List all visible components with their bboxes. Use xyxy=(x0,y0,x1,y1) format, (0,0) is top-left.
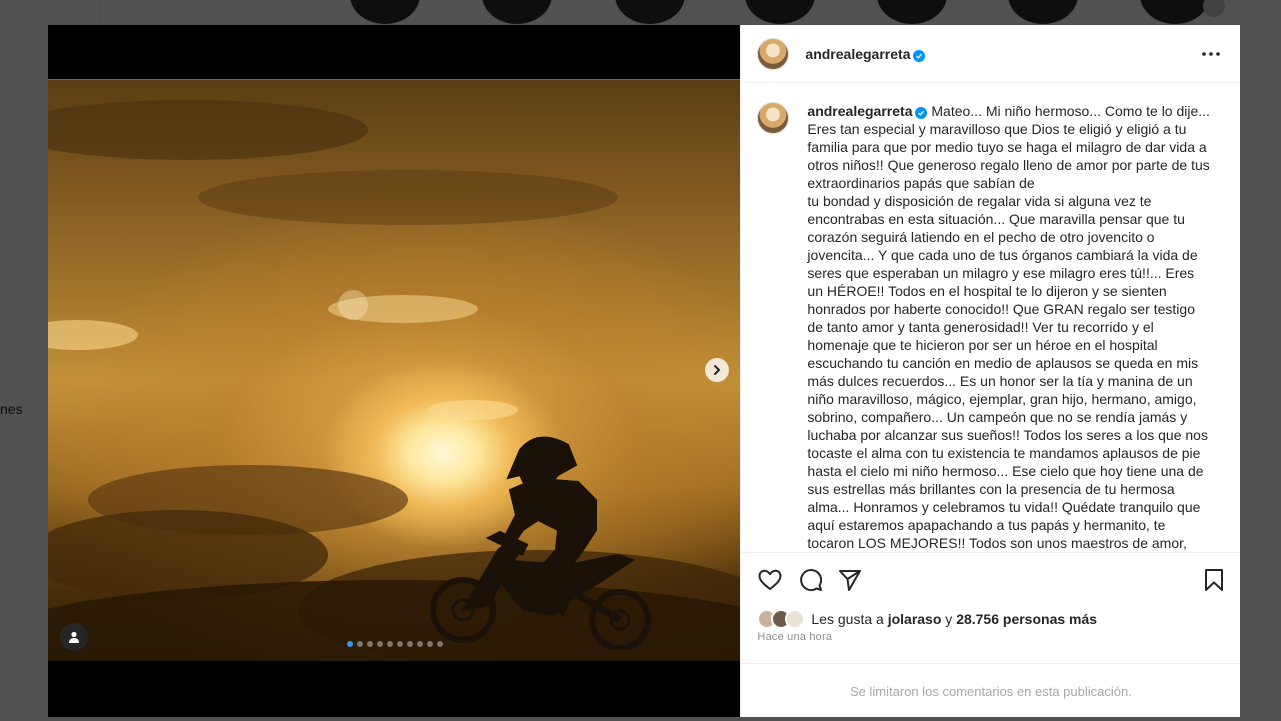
cloud xyxy=(48,320,138,350)
cloud xyxy=(48,100,368,160)
verified-badge-icon xyxy=(913,50,926,62)
likes-prefix: Les gusta a xyxy=(811,611,884,627)
carousel-dot xyxy=(377,641,383,647)
carousel-next-button[interactable] xyxy=(705,358,729,382)
post-header: andrealegarreta xyxy=(741,25,1241,83)
cloud xyxy=(198,170,618,225)
caption-text: Mateo... Mi niño hermoso... Como te lo d… xyxy=(807,103,1210,551)
caption: andrealegarreta Mateo... Mi niño hermoso… xyxy=(807,102,1212,551)
action-bar xyxy=(741,552,1241,603)
liker-avatar[interactable] xyxy=(785,609,806,629)
carousel-dot xyxy=(347,641,353,647)
likes-user-link[interactable]: jolaraso xyxy=(888,611,942,627)
carousel-dot xyxy=(387,641,393,647)
send-icon[interactable] xyxy=(837,567,863,593)
cloud xyxy=(428,400,518,420)
lens-flare xyxy=(338,290,368,320)
chevron-right-icon xyxy=(714,365,720,375)
more-options-icon xyxy=(1202,52,1221,56)
more-options-button[interactable] xyxy=(1200,43,1222,65)
post-details-panel: andrealegarreta andrealegarreta Mateo...… xyxy=(740,25,1241,718)
carousel-dot xyxy=(357,641,363,647)
comment-icon[interactable] xyxy=(798,567,824,593)
user-tag-icon xyxy=(69,631,79,643)
likes-text: Les gusta a jolaraso y 28.756 personas m… xyxy=(811,611,1097,627)
post-media xyxy=(48,25,741,717)
likes-summary: Les gusta a jolaraso y 28.756 personas m… xyxy=(757,608,1097,630)
post-timestamp[interactable]: Hace una hora xyxy=(757,631,832,643)
bookmark-icon[interactable] xyxy=(1201,567,1227,593)
likes-count-link[interactable]: 28.756 personas más xyxy=(956,611,1097,627)
caption-area: andrealegarreta Mateo... Mi niño hermoso… xyxy=(757,95,1217,551)
caption-avatar[interactable] xyxy=(757,102,790,134)
username-link[interactable]: andrealegarreta xyxy=(805,46,910,62)
tagged-users-button[interactable] xyxy=(60,623,88,651)
carousel-dot xyxy=(417,641,423,647)
carousel-dot xyxy=(397,641,403,647)
post-modal: andrealegarreta andrealegarreta Mateo...… xyxy=(48,25,1241,718)
carousel-dot xyxy=(367,641,373,647)
heart-icon[interactable] xyxy=(757,567,783,593)
avatar[interactable] xyxy=(757,38,790,70)
carousel-dot xyxy=(407,641,413,647)
caption-username[interactable]: andrealegarreta xyxy=(807,103,912,119)
motocross-rider-silhouette xyxy=(430,436,651,650)
carousel-dot xyxy=(437,641,443,647)
carousel-indicators xyxy=(347,641,443,647)
likes-connector: y xyxy=(945,611,953,627)
carousel-dot xyxy=(427,641,433,647)
post-photo[interactable] xyxy=(48,80,741,661)
comments-limited-notice: Se limitaron los comentarios en esta pub… xyxy=(741,663,1241,718)
header-user: andrealegarreta xyxy=(805,46,926,64)
verified-badge-icon xyxy=(915,107,928,119)
